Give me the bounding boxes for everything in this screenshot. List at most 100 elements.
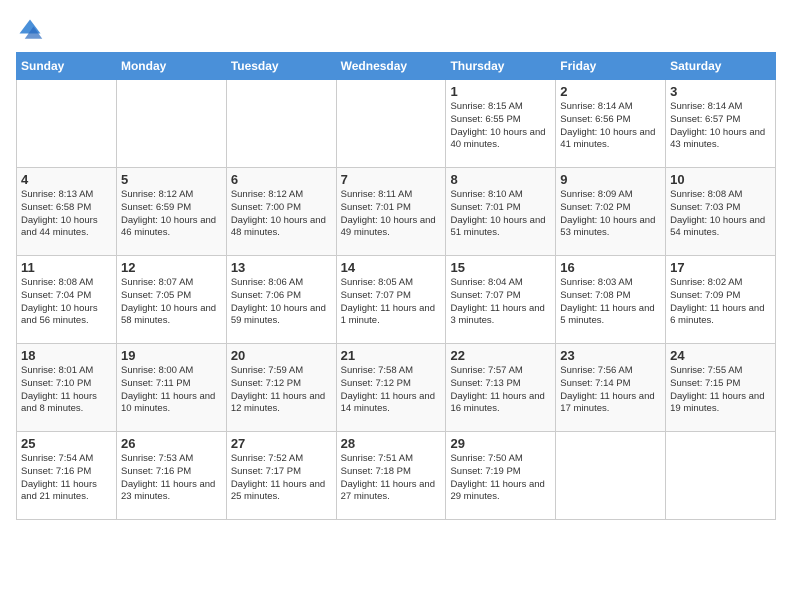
- calendar-cell: 24 Sunrise: 7:55 AM Sunset: 7:15 PM Dayli…: [666, 344, 776, 432]
- calendar-cell: [17, 80, 117, 168]
- day-number: 3: [670, 84, 771, 99]
- day-info: Sunrise: 7:58 AM Sunset: 7:12 PM Dayligh…: [341, 365, 442, 416]
- calendar-cell: 29 Sunrise: 7:50 AM Sunset: 7:19 PM Dayli…: [446, 432, 556, 520]
- calendar-cell: 7 Sunrise: 8:11 AM Sunset: 7:01 PM Daylig…: [336, 168, 446, 256]
- calendar-cell: [226, 80, 336, 168]
- calendar-table: SundayMondayTuesdayWednesdayThursdayFrid…: [16, 52, 776, 520]
- day-number: 11: [21, 260, 112, 275]
- day-info: Sunrise: 8:03 AM Sunset: 7:08 PM Dayligh…: [560, 277, 661, 328]
- day-info: Sunrise: 7:55 AM Sunset: 7:15 PM Dayligh…: [670, 365, 771, 416]
- day-number: 14: [341, 260, 442, 275]
- day-info: Sunrise: 8:13 AM Sunset: 6:58 PM Dayligh…: [21, 189, 112, 240]
- logo-icon: [16, 16, 44, 44]
- day-info: Sunrise: 7:50 AM Sunset: 7:19 PM Dayligh…: [450, 453, 551, 504]
- day-header-wednesday: Wednesday: [336, 53, 446, 80]
- day-info: Sunrise: 8:08 AM Sunset: 7:03 PM Dayligh…: [670, 189, 771, 240]
- day-info: Sunrise: 8:06 AM Sunset: 7:06 PM Dayligh…: [231, 277, 332, 328]
- calendar-cell: 4 Sunrise: 8:13 AM Sunset: 6:58 PM Daylig…: [17, 168, 117, 256]
- calendar-cell: 18Sunrise: 8:01 AM Sunset: 7:10 PM Dayli…: [17, 344, 117, 432]
- day-number: 26: [121, 436, 222, 451]
- calendar-cell: [336, 80, 446, 168]
- day-info: Sunrise: 8:02 AM Sunset: 7:09 PM Dayligh…: [670, 277, 771, 328]
- day-number: 21: [341, 348, 442, 363]
- day-number: 13: [231, 260, 332, 275]
- calendar-cell: 21 Sunrise: 7:58 AM Sunset: 7:12 PM Dayli…: [336, 344, 446, 432]
- day-info: Sunrise: 7:53 AM Sunset: 7:16 PM Dayligh…: [121, 453, 222, 504]
- header: [16, 16, 776, 44]
- calendar-cell: 1 Sunrise: 8:15 AM Sunset: 6:55 PM Daylig…: [446, 80, 556, 168]
- day-info: Sunrise: 8:12 AM Sunset: 7:00 PM Dayligh…: [231, 189, 332, 240]
- calendar-cell: 8 Sunrise: 8:10 AM Sunset: 7:01 PM Daylig…: [446, 168, 556, 256]
- day-number: 9: [560, 172, 661, 187]
- calendar-cell: 17 Sunrise: 8:02 AM Sunset: 7:09 PM Dayli…: [666, 256, 776, 344]
- week-row-3: 11 Sunrise: 8:08 AM Sunset: 7:04 PM Dayli…: [17, 256, 776, 344]
- calendar-cell: 27 Sunrise: 7:52 AM Sunset: 7:17 PM Dayli…: [226, 432, 336, 520]
- day-number: 25: [21, 436, 112, 451]
- day-number: 10: [670, 172, 771, 187]
- day-info: Sunrise: 8:07 AM Sunset: 7:05 PM Dayligh…: [121, 277, 222, 328]
- calendar-cell: 5 Sunrise: 8:12 AM Sunset: 6:59 PM Daylig…: [116, 168, 226, 256]
- week-row-4: 18Sunrise: 8:01 AM Sunset: 7:10 PM Dayli…: [17, 344, 776, 432]
- day-info: Sunrise: 8:08 AM Sunset: 7:04 PM Dayligh…: [21, 277, 112, 328]
- day-info: Sunrise: 8:04 AM Sunset: 7:07 PM Dayligh…: [450, 277, 551, 328]
- day-number: 20: [231, 348, 332, 363]
- day-number: 4: [21, 172, 112, 187]
- day-number: 23: [560, 348, 661, 363]
- day-number: 24: [670, 348, 771, 363]
- day-info: Sunrise: 7:56 AM Sunset: 7:14 PM Dayligh…: [560, 365, 661, 416]
- header-row: SundayMondayTuesdayWednesdayThursdayFrid…: [17, 53, 776, 80]
- day-info: Sunrise: 7:52 AM Sunset: 7:17 PM Dayligh…: [231, 453, 332, 504]
- day-info: Sunrise: 7:59 AM Sunset: 7:12 PM Dayligh…: [231, 365, 332, 416]
- day-header-monday: Monday: [116, 53, 226, 80]
- day-number: 7: [341, 172, 442, 187]
- week-row-1: 1 Sunrise: 8:15 AM Sunset: 6:55 PM Daylig…: [17, 80, 776, 168]
- day-number: 16: [560, 260, 661, 275]
- day-number: 2: [560, 84, 661, 99]
- day-header-saturday: Saturday: [666, 53, 776, 80]
- day-info: Sunrise: 8:00 AM Sunset: 7:11 PM Dayligh…: [121, 365, 222, 416]
- day-info: Sunrise: 8:01 AM Sunset: 7:10 PM Dayligh…: [21, 365, 112, 416]
- calendar-cell: 15 Sunrise: 8:04 AM Sunset: 7:07 PM Dayli…: [446, 256, 556, 344]
- day-info: Sunrise: 8:15 AM Sunset: 6:55 PM Dayligh…: [450, 101, 551, 152]
- day-info: Sunrise: 7:57 AM Sunset: 7:13 PM Dayligh…: [450, 365, 551, 416]
- day-number: 28: [341, 436, 442, 451]
- day-number: 1: [450, 84, 551, 99]
- day-number: 17: [670, 260, 771, 275]
- calendar-cell: 20 Sunrise: 7:59 AM Sunset: 7:12 PM Dayli…: [226, 344, 336, 432]
- calendar-cell: 22 Sunrise: 7:57 AM Sunset: 7:13 PM Dayli…: [446, 344, 556, 432]
- day-header-thursday: Thursday: [446, 53, 556, 80]
- day-info: Sunrise: 8:05 AM Sunset: 7:07 PM Dayligh…: [341, 277, 442, 328]
- calendar-cell: [666, 432, 776, 520]
- day-number: 8: [450, 172, 551, 187]
- calendar-cell: 6Sunrise: 8:12 AM Sunset: 7:00 PM Daylig…: [226, 168, 336, 256]
- calendar-cell: 25 Sunrise: 7:54 AM Sunset: 7:16 PM Dayli…: [17, 432, 117, 520]
- calendar-cell: 11 Sunrise: 8:08 AM Sunset: 7:04 PM Dayli…: [17, 256, 117, 344]
- day-info: Sunrise: 8:12 AM Sunset: 6:59 PM Dayligh…: [121, 189, 222, 240]
- calendar-cell: 26 Sunrise: 7:53 AM Sunset: 7:16 PM Dayli…: [116, 432, 226, 520]
- day-info: Sunrise: 8:14 AM Sunset: 6:57 PM Dayligh…: [670, 101, 771, 152]
- day-header-friday: Friday: [556, 53, 666, 80]
- day-number: 19: [121, 348, 222, 363]
- calendar-cell: 28 Sunrise: 7:51 AM Sunset: 7:18 PM Dayli…: [336, 432, 446, 520]
- calendar-cell: [116, 80, 226, 168]
- day-info: Sunrise: 7:51 AM Sunset: 7:18 PM Dayligh…: [341, 453, 442, 504]
- day-number: 22: [450, 348, 551, 363]
- day-number: 27: [231, 436, 332, 451]
- day-info: Sunrise: 8:09 AM Sunset: 7:02 PM Dayligh…: [560, 189, 661, 240]
- day-number: 29: [450, 436, 551, 451]
- day-number: 15: [450, 260, 551, 275]
- calendar-cell: 16 Sunrise: 8:03 AM Sunset: 7:08 PM Dayli…: [556, 256, 666, 344]
- day-info: Sunrise: 7:54 AM Sunset: 7:16 PM Dayligh…: [21, 453, 112, 504]
- week-row-2: 4 Sunrise: 8:13 AM Sunset: 6:58 PM Daylig…: [17, 168, 776, 256]
- calendar-cell: 13 Sunrise: 8:06 AM Sunset: 7:06 PM Dayli…: [226, 256, 336, 344]
- day-info: Sunrise: 8:11 AM Sunset: 7:01 PM Dayligh…: [341, 189, 442, 240]
- calendar-cell: [556, 432, 666, 520]
- day-info: Sunrise: 8:10 AM Sunset: 7:01 PM Dayligh…: [450, 189, 551, 240]
- day-number: 5: [121, 172, 222, 187]
- calendar-cell: 3 Sunrise: 8:14 AM Sunset: 6:57 PM Daylig…: [666, 80, 776, 168]
- calendar-cell: 19 Sunrise: 8:00 AM Sunset: 7:11 PM Dayli…: [116, 344, 226, 432]
- calendar-cell: 2 Sunrise: 8:14 AM Sunset: 6:56 PM Daylig…: [556, 80, 666, 168]
- day-info: Sunrise: 8:14 AM Sunset: 6:56 PM Dayligh…: [560, 101, 661, 152]
- calendar-cell: 23 Sunrise: 7:56 AM Sunset: 7:14 PM Dayli…: [556, 344, 666, 432]
- day-header-sunday: Sunday: [17, 53, 117, 80]
